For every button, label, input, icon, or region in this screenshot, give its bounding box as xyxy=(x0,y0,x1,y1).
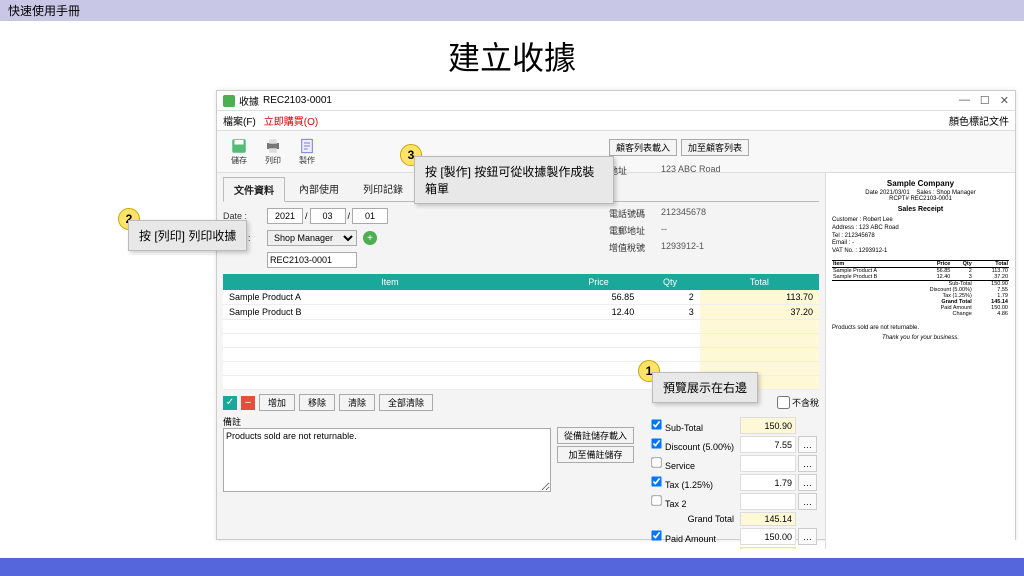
manual-header: 快速使用手冊 xyxy=(0,0,1024,21)
date-day-input[interactable] xyxy=(352,208,388,224)
minimize-icon[interactable]: — xyxy=(959,94,970,107)
vat-label: 增值稅號 xyxy=(609,241,661,254)
tax2-more-icon[interactable]: … xyxy=(798,493,817,510)
clear-button[interactable]: 清除 xyxy=(339,394,375,411)
col-price: Price xyxy=(557,274,640,290)
tax1-checkbox[interactable] xyxy=(651,476,661,486)
col-qty: Qty xyxy=(640,274,700,290)
tab-document-info[interactable]: 文件資料 xyxy=(223,177,285,202)
make-button[interactable]: 製作 xyxy=(291,135,323,168)
table-row[interactable]: Sample Product B 12.40 3 37.20 xyxy=(223,305,819,320)
menu-buy[interactable]: 立即購買(O) xyxy=(264,113,318,128)
subtotal-checkbox[interactable] xyxy=(651,419,661,429)
add-sales-icon[interactable]: + xyxy=(363,231,377,245)
customer-info-block: 顧客列表載入 加至顧客列表 地址123 ABC Road 電話號碼2123456… xyxy=(609,173,825,258)
include-icon[interactable]: ✓ xyxy=(223,396,237,410)
phone-value: 212345678 xyxy=(661,207,825,220)
col-total: Total xyxy=(700,274,819,290)
load-remark-button[interactable]: 從備註儲存載入 xyxy=(557,427,634,444)
email-value: -- xyxy=(661,224,825,237)
app-icon xyxy=(223,95,235,107)
sales-select[interactable]: Shop Manager xyxy=(267,230,357,246)
callout-1: 預覽展示在右邊 xyxy=(652,372,758,403)
date-month-input[interactable] xyxy=(310,208,346,224)
remarks-textarea[interactable]: Products sold are not returnable. xyxy=(223,428,551,492)
vat-value: 1293912-1 xyxy=(661,241,825,254)
window-title-prefix: 收據 xyxy=(239,93,259,108)
tab-print-record[interactable]: 列印記錄 xyxy=(353,177,413,201)
address-value: 123 ABC Road xyxy=(661,173,825,177)
service-checkbox[interactable] xyxy=(651,457,661,467)
add-row-button[interactable]: 增加 xyxy=(259,394,295,411)
receipt-id-input[interactable] xyxy=(267,252,357,268)
page-title: 建立收據 xyxy=(0,33,1024,79)
maximize-icon[interactable]: ☐ xyxy=(980,94,990,107)
close-icon[interactable]: ✕ xyxy=(1000,94,1009,107)
address-label: 地址 xyxy=(609,173,661,177)
print-button[interactable]: 列印 xyxy=(257,135,289,168)
totals-table: Sub-Total150.90 Discount (5.00%)7.55… Se… xyxy=(644,415,819,549)
delete-row-button[interactable]: 移除 xyxy=(299,394,335,411)
discount-checkbox[interactable] xyxy=(651,438,661,448)
titlebar: 收據 REC2103-0001 — ☐ ✕ xyxy=(217,91,1015,111)
date-year-input[interactable] xyxy=(267,208,303,224)
menu-file[interactable]: 檔案(F) xyxy=(223,113,256,128)
service-more-icon[interactable]: … xyxy=(798,455,817,472)
save-button[interactable]: 儲存 xyxy=(223,135,255,168)
preview-company: Sample Company xyxy=(832,179,1009,188)
save-remark-button[interactable]: 加至備註儲存 xyxy=(557,446,634,463)
email-label: 電郵地址 xyxy=(609,224,661,237)
table-row[interactable]: Sample Product A 56.85 2 113.70 xyxy=(223,290,819,305)
tax1-more-icon[interactable]: … xyxy=(798,474,817,491)
callout-2: 按 [列印] 列印收據 xyxy=(128,220,247,251)
remarks-label: 備註 xyxy=(223,415,551,428)
callout-3: 按 [製作] 按鈕可從收據製作成裝箱單 xyxy=(414,156,614,204)
menubar: 檔案(F) 立即購買(O) 顏色標記文件 xyxy=(217,111,1015,131)
paid-more-icon[interactable]: … xyxy=(798,528,817,545)
preview-pane: Sample Company Date 2021/03/01 Sales : S… xyxy=(825,173,1015,549)
window-title-id: REC2103-0001 xyxy=(263,95,332,106)
discount-more-icon[interactable]: … xyxy=(798,436,817,453)
app-window: 收據 REC2103-0001 — ☐ ✕ 檔案(F) 立即購買(O) 顏色標記… xyxy=(216,90,1016,540)
footer-band xyxy=(0,558,1024,576)
exclude-icon[interactable]: – xyxy=(241,396,255,410)
col-item: Item xyxy=(223,274,557,290)
clear-all-button[interactable]: 全部清除 xyxy=(379,394,433,411)
tab-internal-use[interactable]: 內部使用 xyxy=(289,177,349,201)
menu-color-tag[interactable]: 顏色標記文件 xyxy=(949,113,1009,128)
paid-checkbox[interactable] xyxy=(651,530,661,540)
main-panel: 文件資料 內部使用 列印記錄 Date : / / Sales : Shop M… xyxy=(217,173,825,549)
tax2-checkbox[interactable] xyxy=(651,495,661,505)
phone-label: 電話號碼 xyxy=(609,207,661,220)
no-tax-checkbox[interactable]: 不含稅 xyxy=(777,396,819,409)
